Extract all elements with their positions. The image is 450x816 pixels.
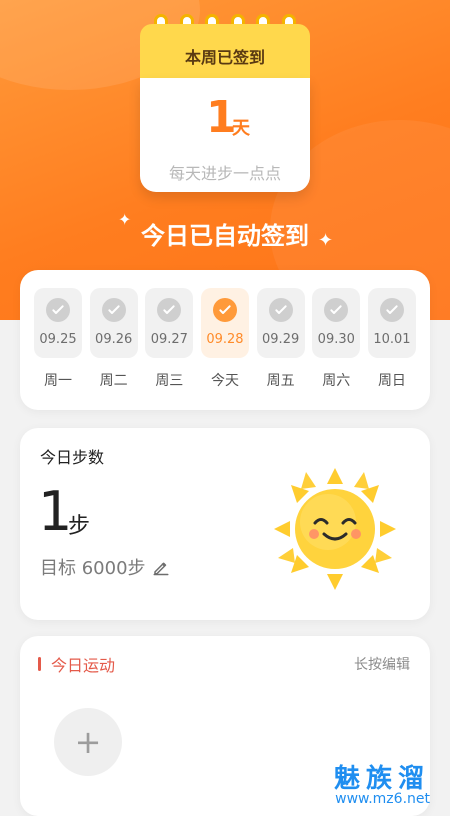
- day-label: 周二: [99, 373, 128, 389]
- exercise-title-row: 今日运动: [38, 652, 115, 676]
- sun-illustration: [274, 468, 396, 590]
- day-box: 09.28: [200, 288, 249, 358]
- day-date: 09.30: [317, 332, 355, 347]
- day-label: 今天: [210, 373, 239, 389]
- day-item: 09.30 周六: [312, 288, 361, 390]
- check-icon: [379, 298, 404, 322]
- day-date: 10.01: [373, 332, 411, 347]
- day-box: 09.29: [256, 288, 305, 358]
- day-label: 周日: [377, 373, 406, 389]
- exercise-title: 今日运动: [51, 656, 116, 675]
- day-date: 09.28: [206, 332, 244, 347]
- day-label: 周三: [155, 373, 184, 389]
- today-steps-card: 今日步数 1 步 目标 6000步: [20, 428, 430, 620]
- steps-goal: 目标 6000步: [40, 558, 146, 579]
- long-press-edit-hint[interactable]: 长按编辑: [354, 654, 410, 674]
- plus-icon: +: [74, 723, 102, 761]
- day-item: 09.26 周二: [89, 288, 138, 390]
- day-item: 09.25 周一: [34, 288, 82, 390]
- calendar-title: 本周已签到: [184, 48, 265, 67]
- title-accent-bar: [38, 657, 41, 671]
- day-box: 09.27: [145, 288, 194, 358]
- day-date: 09.27: [150, 332, 188, 347]
- day-item: 09.27 周三: [145, 288, 194, 390]
- check-icon: [324, 298, 349, 322]
- day-date: 09.25: [39, 332, 77, 347]
- day-label: 周六: [322, 373, 351, 389]
- week-days: 09.25 周一 09.26 周二 09.27 周三 09.28 今天 09.29 周五 09.30…: [34, 288, 416, 390]
- calendar-header: 本周已签到: [140, 24, 310, 78]
- day-box: 10.01: [367, 288, 416, 358]
- week-signin-card: 09.25 周一 09.26 周二 09.27 周三 09.28 今天 09.29 周五 09.30…: [20, 270, 430, 410]
- steps-unit: 步: [68, 514, 91, 539]
- day-item: 10.01 周日: [367, 288, 416, 390]
- watermark-url: www.mz6.net: [335, 791, 430, 807]
- day-label: 周五: [266, 373, 295, 389]
- check-icon: [212, 298, 237, 322]
- day-box: 09.26: [89, 288, 138, 358]
- slogan-text: 每天进步一点点: [168, 164, 281, 183]
- day-label: 周一: [44, 373, 72, 389]
- watermark-title: 魅族溜: [333, 764, 430, 794]
- weekly-signin-calendar: 本周已签到 1 天 每天进步一点点: [140, 14, 310, 192]
- pencil-icon[interactable]: [152, 558, 170, 576]
- signin-days-unit: 天: [232, 118, 250, 139]
- day-box: 09.30: [312, 288, 361, 358]
- day-date: 09.26: [95, 332, 133, 347]
- check-icon: [101, 298, 126, 322]
- day-item: 09.28 今天: [200, 288, 249, 390]
- add-exercise-button[interactable]: +: [54, 708, 122, 776]
- calendar-body: 1 天 每天进步一点点: [140, 78, 310, 192]
- check-icon: [46, 298, 70, 322]
- day-item: 09.29 周五: [256, 288, 305, 390]
- check-icon: [157, 298, 182, 322]
- steps-title: 今日步数: [40, 448, 105, 467]
- auto-signin-status: 今日已自动签到: [141, 222, 309, 250]
- check-icon: [268, 298, 293, 322]
- day-date: 09.29: [262, 332, 300, 347]
- goal-row[interactable]: 目标 6000步: [40, 554, 170, 580]
- day-box: 09.25: [34, 288, 82, 358]
